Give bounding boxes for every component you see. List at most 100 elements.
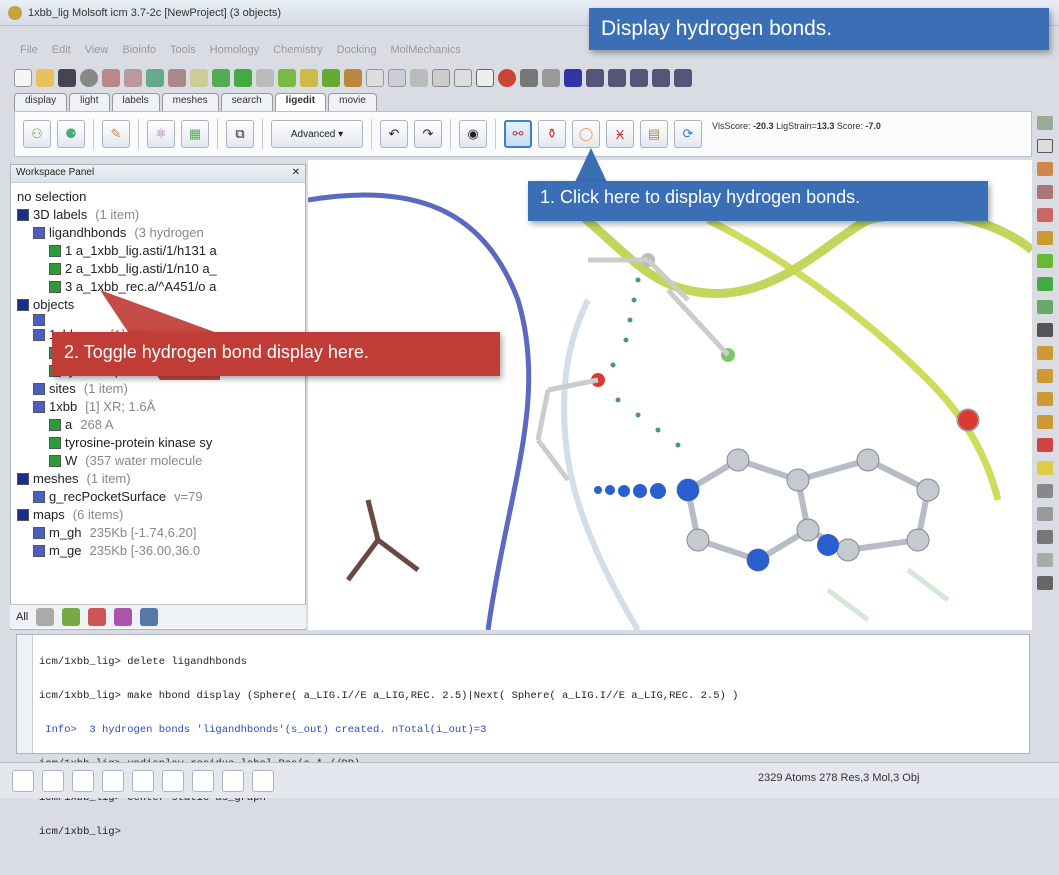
- table-button[interactable]: ▤: [640, 120, 668, 148]
- ligand-tool3-button[interactable]: ⚛: [147, 120, 175, 148]
- settings-icon[interactable]: [1037, 116, 1053, 130]
- hbond-options-button[interactable]: ⚱: [538, 120, 566, 148]
- tab-meshes[interactable]: meshes: [161, 93, 219, 111]
- tree-node-icon[interactable]: [33, 314, 45, 326]
- chemistry-tab-icon[interactable]: [62, 607, 81, 626]
- search-tool-icon[interactable]: [168, 69, 186, 87]
- tab-labels[interactable]: labels: [111, 93, 160, 111]
- menu-chemistry[interactable]: Chemistry: [273, 44, 323, 62]
- 3d-molecule-viewport[interactable]: [308, 160, 1032, 630]
- undo-button[interactable]: ↶: [380, 120, 408, 148]
- fog-icon[interactable]: [366, 69, 384, 87]
- tree-node-icon[interactable]: [17, 473, 29, 485]
- axis-icon[interactable]: [1037, 553, 1053, 567]
- copy-ligand-button[interactable]: ⧉: [226, 120, 254, 148]
- advanced-dropdown[interactable]: Advanced ▾: [271, 120, 363, 148]
- tree-row[interactable]: a 268 A: [17, 416, 305, 434]
- table-icon[interactable]: [132, 769, 154, 792]
- tab-light[interactable]: light: [69, 93, 110, 111]
- grid-small-icon[interactable]: [1037, 300, 1053, 314]
- glasses-icon[interactable]: [410, 69, 428, 87]
- gear-icon[interactable]: [1037, 484, 1053, 498]
- terminal-prompt[interactable]: icm/1xbb_lig>: [39, 824, 738, 841]
- pointer-tab-icon[interactable]: [140, 607, 159, 626]
- tree-node-icon[interactable]: [17, 209, 29, 221]
- rotate-icon[interactable]: [1037, 139, 1053, 153]
- pin-icon[interactable]: [564, 69, 582, 87]
- camera-icon[interactable]: [520, 69, 538, 87]
- text-as-icon[interactable]: [1037, 323, 1053, 337]
- menu-tools[interactable]: Tools: [170, 44, 196, 62]
- record-icon[interactable]: [42, 769, 64, 792]
- pin3-icon[interactable]: [608, 69, 626, 87]
- lock-icon[interactable]: [1037, 461, 1053, 475]
- settings-icon[interactable]: [80, 69, 98, 87]
- tree-node-icon[interactable]: [33, 227, 45, 239]
- tree-row[interactable]: tyrosine-protein kinase sy: [17, 434, 305, 452]
- new-file-icon[interactable]: [14, 69, 32, 87]
- tree-node-icon[interactable]: [49, 281, 61, 293]
- target-button[interactable]: ◉: [459, 120, 487, 148]
- menu-homology[interactable]: Homology: [210, 44, 260, 62]
- undo-icon[interactable]: [102, 69, 120, 87]
- tree-row[interactable]: m_ge 235Kb [-36.00,36.0: [17, 542, 305, 560]
- menu-file[interactable]: File: [20, 44, 38, 62]
- tree-node-icon[interactable]: [33, 383, 45, 395]
- tab-search[interactable]: search: [220, 93, 273, 111]
- tab-display[interactable]: display: [14, 93, 68, 111]
- tree-row[interactable]: ligandhbonds (3 hydrogen: [17, 224, 305, 242]
- close-icon[interactable]: ✕: [292, 167, 300, 180]
- display-hbonds-button[interactable]: ⚯: [504, 120, 532, 148]
- settings-icon[interactable]: [162, 769, 184, 792]
- green-square-icon[interactable]: [1037, 254, 1053, 268]
- redo-icon[interactable]: [124, 69, 142, 87]
- grid-tab-icon[interactable]: [114, 607, 133, 626]
- molecule2-icon[interactable]: [322, 69, 340, 87]
- clip4-icon[interactable]: [1037, 415, 1053, 429]
- tree-node-icon[interactable]: [49, 419, 61, 431]
- red-tool-icon[interactable]: [1037, 438, 1053, 452]
- tree-row[interactable]: 1xbb [1] XR; 1.6Å: [17, 398, 305, 416]
- zoom-icon[interactable]: [1037, 185, 1053, 199]
- grid-icon[interactable]: [432, 69, 450, 87]
- tree-row[interactable]: maps (6 items): [17, 506, 305, 524]
- green-tool-icon[interactable]: [1037, 277, 1053, 291]
- glasses-icon[interactable]: [222, 769, 244, 792]
- tab-ligedit[interactable]: ligedit: [274, 93, 327, 111]
- z-icon[interactable]: [1037, 507, 1053, 521]
- tree-node-icon[interactable]: [33, 329, 45, 341]
- tree-node-icon[interactable]: [49, 263, 61, 275]
- edit-ligand-button[interactable]: ✎: [102, 120, 130, 148]
- text-a-icon[interactable]: [476, 69, 494, 87]
- tree-row[interactable]: g_recPocketSurface v=79: [17, 488, 305, 506]
- tree-node-icon[interactable]: [33, 491, 45, 503]
- grid-tool-icon[interactable]: [344, 69, 362, 87]
- tag-icon[interactable]: [190, 69, 208, 87]
- clip-icon[interactable]: [1037, 346, 1053, 360]
- gem-tab-icon[interactable]: [88, 607, 107, 626]
- tree-row[interactable]: 1 a_1xbb_lig.asti/1/h131 a: [17, 242, 305, 260]
- ligand-tool4-button[interactable]: ▦: [181, 120, 209, 148]
- tree-node-icon[interactable]: [33, 545, 45, 557]
- green-tool-icon[interactable]: [212, 69, 230, 87]
- terminal-panel[interactable]: icm/1xbb_lig> delete ligandhbonds icm/1x…: [16, 634, 1030, 838]
- tree-node-icon[interactable]: [49, 245, 61, 257]
- move-icon[interactable]: [1037, 162, 1053, 176]
- tree-node-icon[interactable]: [33, 401, 45, 413]
- menu-bioinfo[interactable]: Bioinfo: [122, 44, 156, 62]
- save-icon[interactable]: [58, 69, 76, 87]
- refresh-button[interactable]: ⟳: [674, 120, 702, 148]
- tree-node-icon[interactable]: [49, 437, 61, 449]
- tree-node-icon[interactable]: [33, 527, 45, 539]
- open-folder-icon[interactable]: [36, 69, 54, 87]
- menu-molmechanics[interactable]: MolMechanics: [390, 44, 460, 62]
- gear-icon[interactable]: [192, 769, 214, 792]
- tab-movie[interactable]: movie: [328, 93, 377, 111]
- tree-node-icon[interactable]: [49, 455, 61, 467]
- pin6-icon[interactable]: [674, 69, 692, 87]
- pin4-icon[interactable]: [630, 69, 648, 87]
- ligand-tool-button[interactable]: ⚇: [23, 120, 51, 148]
- tree-row[interactable]: sites (1 item): [17, 380, 305, 398]
- accessibility-icon[interactable]: [542, 69, 560, 87]
- pin2-icon[interactable]: [586, 69, 604, 87]
